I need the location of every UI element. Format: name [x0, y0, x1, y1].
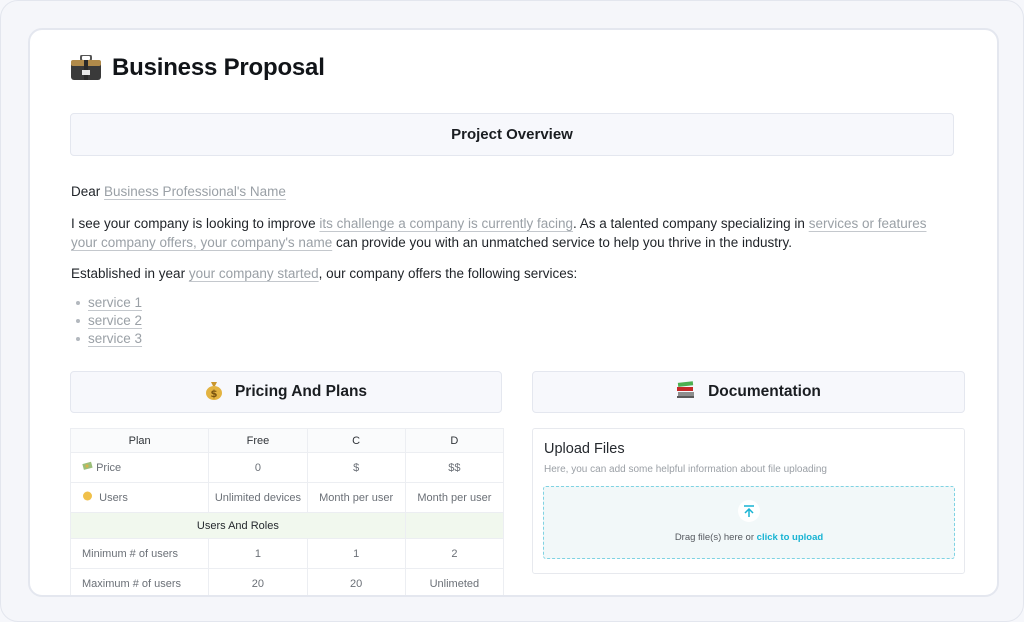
- table-cell: 0: [208, 452, 308, 483]
- service-placeholder[interactable]: service 1: [88, 294, 142, 312]
- list-item: service 1: [76, 294, 142, 312]
- money-bag-icon: $: [205, 380, 223, 405]
- table-row: Minimum # of users 1 1 2: [69, 538, 505, 569]
- project-overview-header: Project Overview: [70, 113, 954, 156]
- intro-text-b: . As a talented company specializing in: [573, 216, 805, 231]
- table-cell: Month per user: [306, 482, 406, 513]
- bullet-icon: [76, 337, 80, 341]
- documentation-header: Documentation: [532, 371, 965, 413]
- established-suffix: , our company offers the following servi…: [318, 266, 578, 281]
- table-cell: $: [306, 452, 406, 483]
- money-wings-icon: [82, 461, 96, 474]
- page-frame: Business Proposal Project Overview Dear …: [0, 0, 1024, 622]
- row-label: Price: [69, 452, 210, 483]
- drop-text: Drag file(s) here or: [674, 532, 755, 543]
- table-cell: 20: [208, 568, 308, 595]
- person-icon: [82, 491, 96, 504]
- briefcase-icon: [70, 54, 102, 81]
- list-item: service 2: [76, 312, 142, 330]
- table-row: Maximum # of users 20 20 Unlimeted: [69, 568, 505, 595]
- bullet-icon: [76, 301, 80, 305]
- drop-instructions: Drag file(s) here or click to upload: [544, 532, 954, 543]
- row-label: Maximum # of users: [69, 568, 210, 595]
- challenge-placeholder[interactable]: its challenge a company is currently fac…: [319, 216, 573, 231]
- upload-title: Upload Files: [544, 441, 625, 457]
- intro-text-c: can provide you with an unmatched servic…: [335, 235, 792, 250]
- service-placeholder[interactable]: service 3: [88, 330, 142, 348]
- established-prefix: Established in year: [71, 266, 186, 281]
- table-cell: 20: [306, 568, 406, 595]
- table-cell: 2: [404, 538, 505, 569]
- column-header: Plan: [69, 428, 210, 453]
- svg-text:$: $: [210, 389, 217, 400]
- table-cell: Unlimeted: [404, 568, 505, 595]
- row-label: Minimum # of users: [69, 538, 210, 569]
- greeting-prefix: Dear: [71, 184, 101, 199]
- table-cell: $$: [404, 452, 505, 483]
- recipient-name-placeholder[interactable]: Business Professional's Name: [104, 184, 286, 199]
- intro-text-a: I see your company is looking to improve: [71, 216, 316, 231]
- list-item: service 3: [76, 330, 142, 348]
- upload-description: Here, you can add some helpful informati…: [544, 464, 827, 475]
- bullet-icon: [76, 319, 80, 323]
- pricing-header: $ Pricing And Plans: [70, 371, 502, 413]
- table-row: Users Unlimited devices Month per user M…: [69, 482, 505, 513]
- column-header: Free: [208, 428, 308, 453]
- service-placeholder[interactable]: service 2: [88, 312, 142, 330]
- table-group-row: Users And Roles: [70, 512, 505, 539]
- services-list: service 1 service 2 service 3: [76, 294, 142, 348]
- group-label: Users And Roles: [70, 512, 406, 539]
- row-label: Users: [69, 482, 210, 513]
- table-cell: [404, 512, 505, 539]
- table-header-row: Plan Free C D: [69, 428, 505, 453]
- table-cell: 1: [208, 538, 308, 569]
- year-placeholder[interactable]: your company started: [189, 266, 319, 281]
- row-label-text: Users: [99, 492, 128, 504]
- intro-paragraph: I see your company is looking to improve…: [71, 214, 951, 252]
- books-icon: [676, 380, 696, 404]
- page-title-row: Business Proposal: [70, 54, 325, 82]
- pricing-table: Plan Free C D Price 0 $ $$ Users Unlimit…: [69, 428, 505, 595]
- project-overview-title: Project Overview: [451, 126, 573, 143]
- table-row: Price 0 $ $$: [69, 452, 505, 483]
- upload-files-card: Upload Files Here, you can add some help…: [532, 428, 965, 574]
- table-cell: Month per user: [404, 482, 505, 513]
- table-cell: 1: [306, 538, 406, 569]
- proposal-card: Business Proposal Project Overview Dear …: [28, 28, 999, 597]
- row-label-text: Price: [96, 462, 122, 474]
- file-dropzone[interactable]: Drag file(s) here or click to upload: [543, 486, 955, 559]
- upload-icon: [738, 500, 760, 522]
- table-cell: Unlimited devices: [208, 482, 308, 513]
- page-title: Business Proposal: [112, 54, 325, 81]
- greeting-line: Dear Business Professional's Name: [71, 182, 286, 201]
- column-header: D: [404, 428, 505, 453]
- click-to-upload-link[interactable]: click to upload: [757, 532, 824, 543]
- column-header: C: [306, 428, 406, 453]
- established-line: Established in year your company started…: [71, 264, 577, 283]
- pricing-title: Pricing And Plans: [234, 383, 368, 400]
- documentation-title: Documentation: [708, 383, 821, 400]
